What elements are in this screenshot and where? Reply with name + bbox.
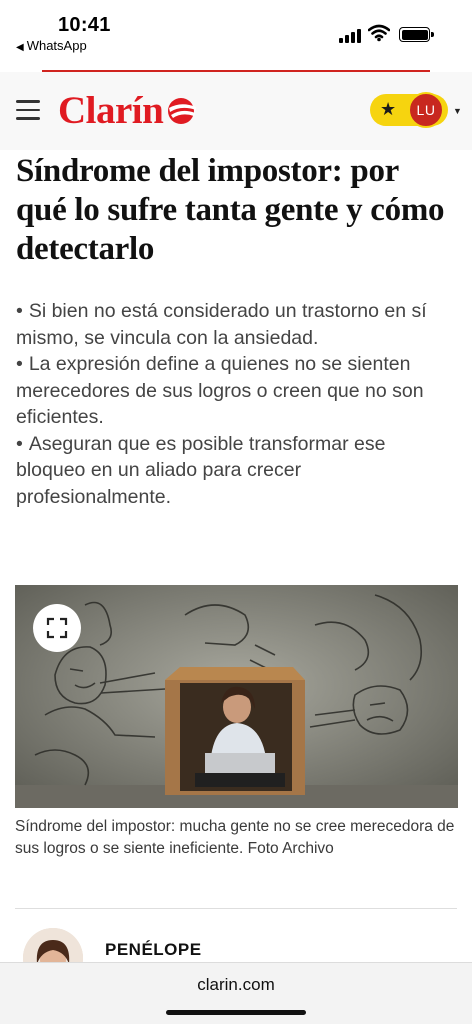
article-summary: • Si bien no está considerado un trastorn… bbox=[16, 298, 456, 510]
star-icon: ★ bbox=[380, 99, 397, 119]
url-text: clarin.com bbox=[197, 975, 275, 994]
summary-item: • La expresión define a quienes no se sie… bbox=[16, 353, 424, 428]
divider bbox=[15, 908, 457, 909]
author-name: PENÉLOPE bbox=[105, 940, 202, 959]
back-app-label: WhatsApp bbox=[26, 38, 87, 53]
browser-address-bar[interactable]: clarin.com bbox=[0, 962, 472, 1024]
user-account-button[interactable]: ★ LU bbox=[370, 92, 448, 128]
expand-image-button[interactable] bbox=[33, 604, 81, 652]
back-arrow-icon: ◀ bbox=[16, 42, 24, 53]
fullscreen-icon bbox=[46, 617, 68, 639]
author-byline[interactable]: PENÉLOPE bbox=[15, 928, 455, 988]
bullet-mark: • bbox=[16, 353, 23, 375]
clarin-logo[interactable]: Clarín bbox=[58, 88, 199, 132]
wifi-icon bbox=[368, 24, 390, 42]
avatar: LU bbox=[408, 92, 444, 128]
article-illustration bbox=[15, 585, 458, 808]
battery-icon bbox=[399, 27, 434, 42]
chevron-down-icon[interactable]: ▼ bbox=[453, 106, 462, 116]
status-time: 10:41 bbox=[58, 14, 111, 36]
site-header: Clarín ★ LU ▼ bbox=[0, 72, 472, 150]
cellular-signal-icon bbox=[339, 27, 361, 43]
article-headline: Síndrome del impostor: por qué lo sufre … bbox=[16, 153, 445, 267]
back-to-app-link[interactable]: ◀ WhatsApp bbox=[16, 38, 87, 53]
logo-mark-icon bbox=[168, 98, 197, 124]
logo-wordmark: Clarín bbox=[58, 88, 164, 132]
article-image[interactable] bbox=[15, 585, 458, 808]
summary-item: • Aseguran que es posible transformar ese… bbox=[16, 432, 386, 508]
summary-item: • Si bien no está considerado un trastorn… bbox=[16, 300, 427, 349]
menu-icon[interactable] bbox=[16, 100, 40, 120]
bullet-mark: • bbox=[16, 432, 23, 455]
status-bar: 10:41 ◀ WhatsApp bbox=[0, 0, 472, 66]
home-indicator bbox=[166, 1010, 306, 1015]
image-caption: Síndrome del impostor: mucha gente no se… bbox=[15, 818, 455, 857]
bullet-mark: • bbox=[16, 300, 23, 322]
